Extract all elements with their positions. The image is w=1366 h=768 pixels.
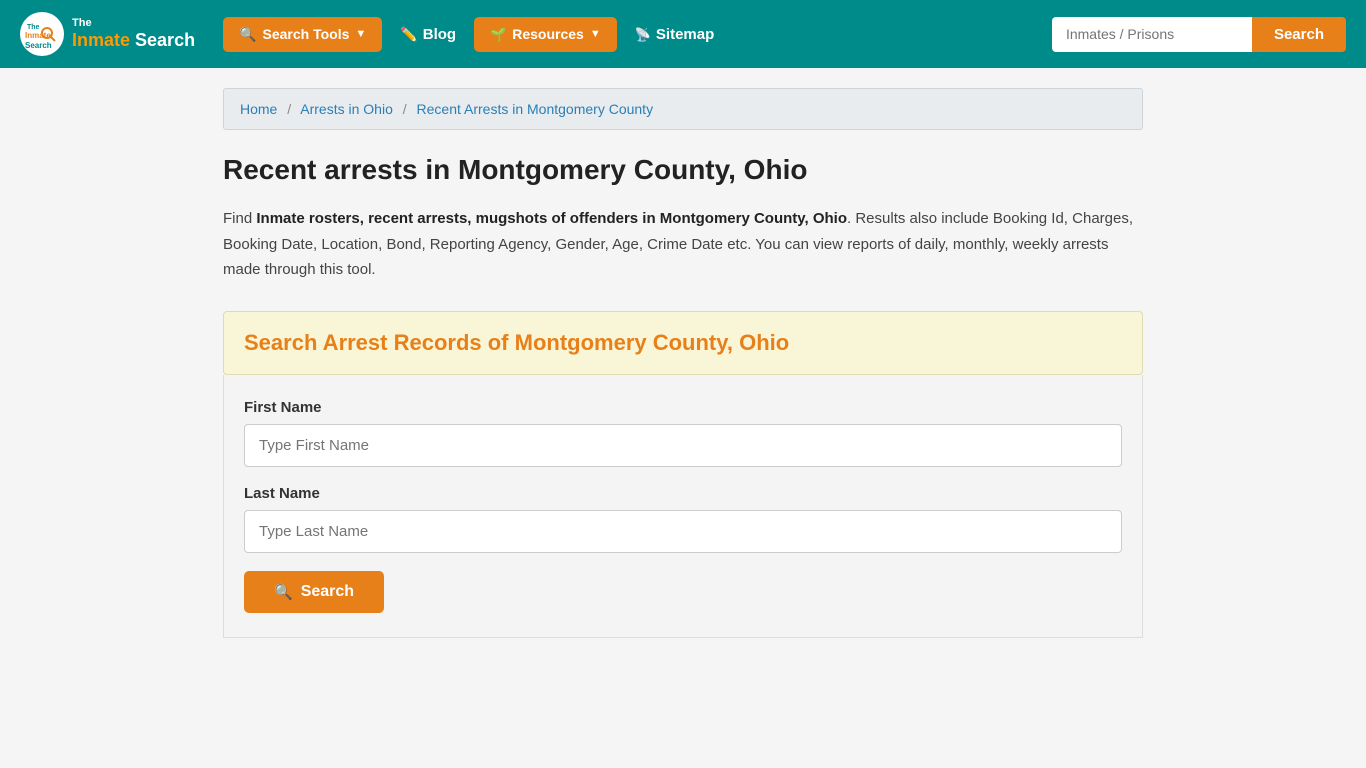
breadcrumb-arrests-ohio-link[interactable]: Arrests in Ohio [300,101,393,117]
sitemap-label: Sitemap [656,26,714,43]
search-section-heading: Search Arrest Records of Montgomery Coun… [244,330,1122,356]
header-search-input[interactable] [1052,17,1252,52]
header-search-button[interactable]: Search [1252,17,1346,52]
blog-icon [400,26,417,43]
breadcrumb-home-link[interactable]: Home [240,101,277,117]
description-intro: Find [223,210,256,227]
logo[interactable]: The Inmate Search The Inmate Search [20,12,195,56]
search-button[interactable]: 🔍 Search [244,571,384,613]
resources-icon [490,26,506,43]
search-tools-label: Search Tools [263,26,350,42]
breadcrumb-sep-2: / [403,101,407,117]
chevron-down-icon: ▼ [355,28,366,40]
sitemap-link[interactable]: Sitemap [635,26,715,43]
page-body: Home / Arrests in Ohio / Recent Arrests … [203,68,1163,678]
svg-text:The: The [27,24,40,31]
last-name-input[interactable] [244,510,1122,553]
description-bold: Inmate rosters, recent arrests, mugshots… [256,210,847,227]
search-form-area: First Name Last Name 🔍 Search [223,375,1143,638]
breadcrumb-sep-1: / [287,101,291,117]
page-title: Recent arrests in Montgomery County, Ohi… [223,154,1143,186]
blog-label: Blog [423,26,456,43]
search-tools-button[interactable]: Search Tools ▼ [223,17,382,52]
search-btn-label: Search [301,583,354,601]
header-search-area: Search [1052,17,1346,52]
last-name-label: Last Name [244,485,1122,502]
page-description: Find Inmate rosters, recent arrests, mug… [223,206,1143,283]
breadcrumb-current-link[interactable]: Recent Arrests in Montgomery County [417,101,654,117]
header: The Inmate Search The Inmate Search Sear… [0,0,1366,68]
chevron-down-icon-2: ▼ [590,28,601,40]
sitemap-icon [635,26,651,43]
first-name-label: First Name [244,399,1122,416]
blog-link[interactable]: Blog [400,26,456,43]
breadcrumb: Home / Arrests in Ohio / Recent Arrests … [223,88,1143,130]
header-search-label: Search [1274,26,1324,43]
search-section-header: Search Arrest Records of Montgomery Coun… [223,311,1143,375]
logo-icon: The Inmate Search [20,12,64,56]
first-name-group: First Name [244,399,1122,467]
logo-text: The Inmate Search [72,17,195,52]
search-icon [239,26,256,43]
last-name-group: Last Name [244,485,1122,553]
resources-label: Resources [512,26,584,42]
search-btn-icon: 🔍 [274,583,293,601]
resources-button[interactable]: Resources ▼ [474,17,617,52]
svg-text:Search: Search [25,41,52,50]
first-name-input[interactable] [244,424,1122,467]
